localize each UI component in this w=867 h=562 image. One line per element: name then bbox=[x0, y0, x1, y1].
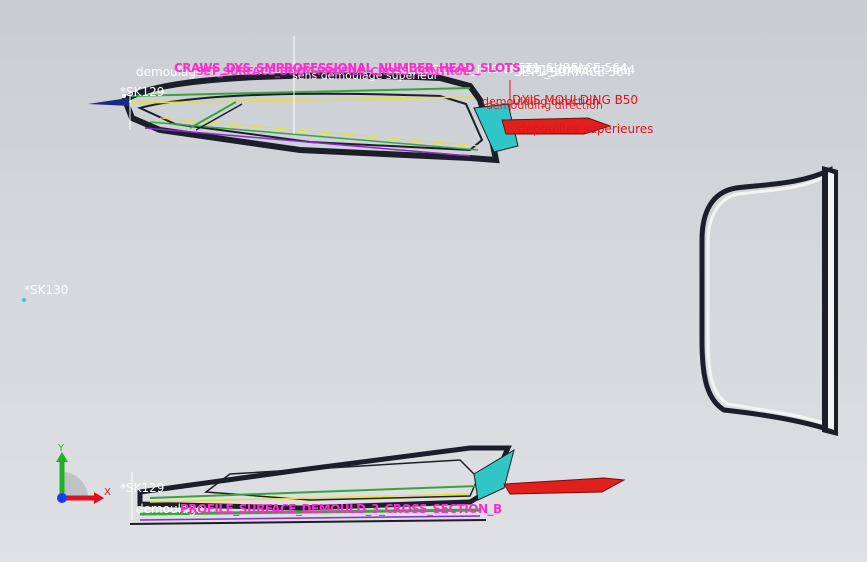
right-frame-outer bbox=[699, 166, 833, 434]
sk130-point-icon[interactable] bbox=[22, 298, 26, 302]
triad-x-label: X bbox=[104, 487, 111, 498]
triad-y-label: Y bbox=[58, 443, 65, 454]
triad-x-arrow-icon bbox=[94, 492, 104, 504]
top-diagonal-dark bbox=[195, 103, 243, 131]
label-magenta-top-2[interactable]: SET_SURFACE_BODY_PROFILE_CROSS_CONTROL bbox=[196, 66, 470, 78]
right-door-frame-section[interactable] bbox=[699, 166, 838, 436]
label-sk130[interactable]: *SK130 bbox=[24, 284, 68, 296]
right-frame-white bbox=[706, 173, 828, 427]
bottom-rail-purple bbox=[139, 515, 481, 521]
bottom-rail-dark bbox=[129, 519, 487, 525]
label-magenta-bottom[interactable]: PROFILE_SURFACE_DEMOULD_3_CROSS_SECTION_… bbox=[180, 503, 502, 515]
label-sk129-bottom[interactable]: *SK129 bbox=[120, 482, 164, 494]
right-post-highlight bbox=[828, 172, 834, 430]
label-surface-3[interactable]: SET1_SURFACE 564 bbox=[518, 64, 635, 76]
coordinate-triad bbox=[56, 452, 104, 504]
top-front-tip bbox=[88, 98, 130, 106]
bottom-rail-green bbox=[149, 485, 479, 499]
bottom-red-moulding bbox=[503, 477, 626, 495]
label-sk129-top[interactable]: *SK129 bbox=[120, 86, 164, 98]
bottom-rear-cyan bbox=[473, 448, 515, 501]
label-red-demould-2[interactable]: demoulding direction bbox=[486, 100, 603, 112]
triad-origin-icon bbox=[57, 493, 67, 503]
label-red-depouilles[interactable]: depouilles superieures bbox=[518, 123, 653, 135]
bottom-rail-yellow bbox=[149, 493, 471, 503]
triad-arc-icon bbox=[62, 472, 88, 498]
